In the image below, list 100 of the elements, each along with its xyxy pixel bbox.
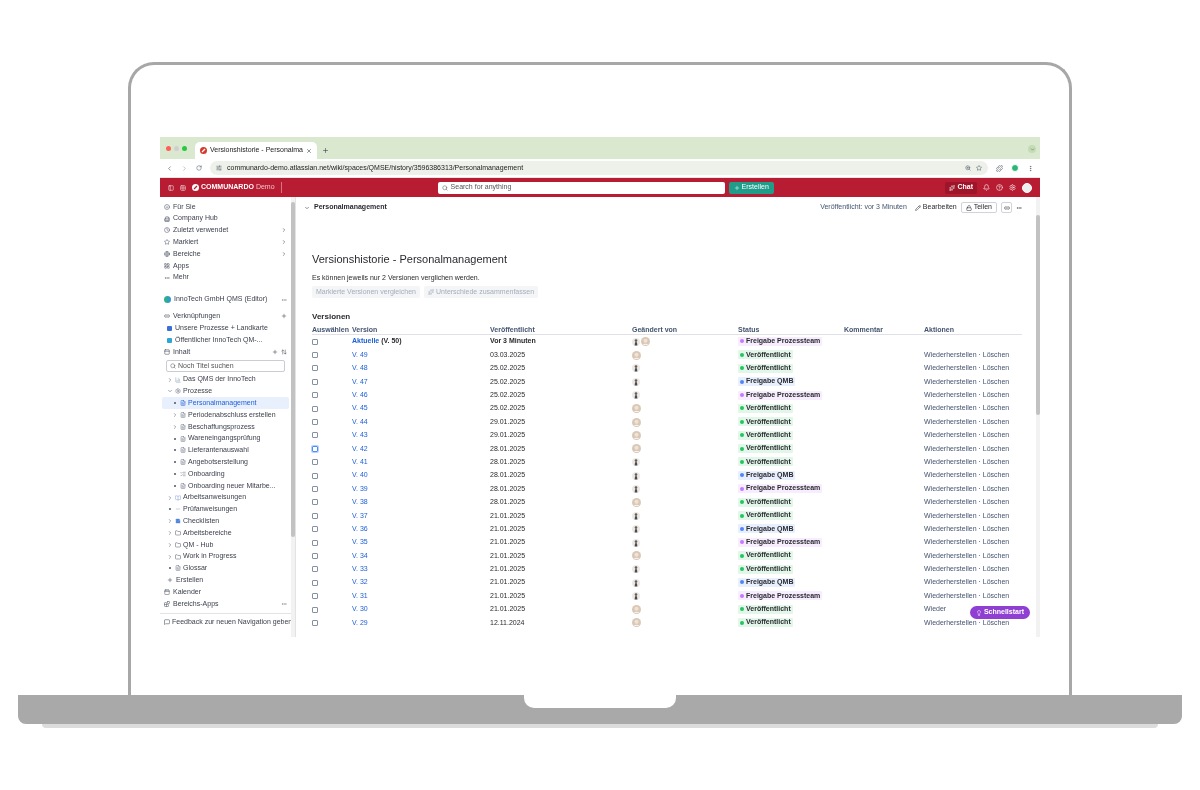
sort-icon[interactable] — [281, 348, 287, 355]
plus-icon — [167, 577, 173, 584]
chevron-right-icon[interactable] — [167, 376, 173, 383]
chevron-right-icon[interactable] — [167, 553, 173, 560]
chevron-down-icon[interactable] — [167, 388, 173, 395]
close-window-icon[interactable] — [166, 145, 171, 151]
avatar-icon — [632, 578, 640, 587]
new-tab-icon[interactable] — [322, 147, 329, 154]
back-icon[interactable] — [166, 164, 173, 172]
avatar-icon — [632, 377, 640, 386]
row-checkbox[interactable] — [312, 419, 318, 426]
forward-icon[interactable] — [181, 164, 188, 172]
row-checkbox[interactable] — [312, 512, 318, 519]
settings-icon[interactable] — [1009, 184, 1016, 191]
avatar-icon — [632, 497, 641, 507]
row-checkbox[interactable] — [312, 579, 318, 586]
avatar-icon — [632, 485, 640, 493]
add-icon[interactable] — [272, 348, 278, 355]
avatar-icon — [632, 404, 641, 414]
row-checkbox[interactable] — [312, 472, 318, 479]
zoom-icon[interactable] — [965, 165, 971, 171]
row-checkbox[interactable] — [312, 405, 318, 412]
chevron-right-icon[interactable] — [167, 518, 173, 525]
row-checkbox[interactable] — [312, 566, 318, 573]
add-icon[interactable] — [281, 313, 287, 320]
blocks-icon — [164, 600, 170, 607]
more-icon[interactable] — [281, 296, 287, 303]
avatar-icon — [632, 471, 640, 480]
chevron-right-icon[interactable] — [167, 541, 173, 548]
chevron-down-icon[interactable] — [304, 204, 310, 211]
copy-link-button[interactable] — [1001, 202, 1012, 213]
row-checkbox[interactable] — [312, 606, 318, 613]
row-checkbox[interactable] — [312, 338, 318, 345]
dash-icon — [175, 506, 181, 513]
gear-icon — [175, 388, 181, 395]
chevron-right-icon[interactable] — [167, 530, 173, 536]
row-checkbox[interactable] — [312, 352, 318, 359]
profile-icon[interactable] — [1011, 164, 1019, 172]
avatar-icon — [632, 592, 640, 601]
row-checkbox[interactable] — [312, 619, 318, 626]
row-checkbox[interactable] — [312, 378, 318, 385]
avatar-icon — [632, 430, 641, 440]
help-icon[interactable] — [996, 184, 1003, 191]
avatar-icon — [632, 350, 641, 360]
page-icon — [180, 412, 186, 419]
row-checkbox[interactable] — [312, 526, 318, 533]
clock-icon — [164, 227, 170, 234]
page-icon — [180, 423, 186, 430]
book-icon — [175, 494, 181, 501]
avatar-icon — [632, 364, 640, 373]
avatar-icon — [632, 444, 641, 454]
chevron-right-icon[interactable] — [172, 423, 178, 430]
user-avatar[interactable] — [1022, 182, 1032, 193]
row-checkbox[interactable] — [312, 432, 318, 439]
reload-icon[interactable] — [196, 165, 202, 171]
row-checkbox[interactable] — [312, 486, 318, 492]
more-icon[interactable] — [281, 600, 287, 607]
row-checkbox[interactable] — [312, 365, 318, 372]
page-icon — [180, 447, 186, 454]
site-info-icon[interactable] — [216, 165, 222, 171]
sidebar-toggle-icon[interactable] — [168, 184, 174, 191]
row-checkbox[interactable] — [312, 593, 318, 600]
notifications-icon[interactable] — [983, 184, 990, 191]
row-checkbox[interactable] — [312, 392, 318, 399]
avatar-icon — [632, 605, 641, 614]
chevron-right-icon[interactable] — [172, 412, 178, 419]
avatar-icon — [632, 417, 641, 427]
avatar-icon — [632, 391, 640, 400]
row-checkbox[interactable] — [312, 459, 318, 466]
row-checkbox[interactable] — [312, 445, 318, 452]
lock-icon — [965, 204, 972, 211]
avatar-icon — [632, 618, 641, 628]
favicon-icon — [200, 147, 207, 154]
checkbox-icon — [175, 518, 181, 525]
row-checkbox[interactable] — [312, 552, 318, 559]
folder-icon — [175, 541, 181, 548]
apps-grid-icon — [164, 262, 170, 269]
page-icon — [180, 482, 186, 489]
bookmark-star-icon[interactable] — [976, 165, 982, 171]
section-heading: Versionen — [312, 312, 352, 322]
speech-bubble-icon — [164, 619, 170, 626]
globe-icon — [164, 251, 170, 258]
chart-icon — [175, 376, 181, 383]
avatar-icon — [641, 337, 650, 347]
more-icon[interactable] — [1016, 204, 1022, 211]
row-checkbox[interactable] — [312, 499, 318, 506]
extensions-icon[interactable] — [996, 164, 1003, 172]
search-icon — [170, 362, 176, 369]
row-checkbox[interactable] — [312, 539, 318, 546]
folder-icon — [175, 553, 181, 560]
link-icon — [1003, 204, 1010, 211]
sparkle-icon — [428, 289, 434, 295]
content-icon — [164, 348, 170, 355]
tab-search-icon[interactable] — [1028, 145, 1036, 153]
maximize-window-icon[interactable] — [182, 145, 187, 151]
chevron-right-icon[interactable] — [167, 494, 173, 501]
star-icon — [164, 239, 170, 246]
page-icon — [180, 459, 186, 466]
app-switcher-icon[interactable] — [180, 184, 186, 191]
close-tab-icon[interactable] — [306, 147, 312, 154]
